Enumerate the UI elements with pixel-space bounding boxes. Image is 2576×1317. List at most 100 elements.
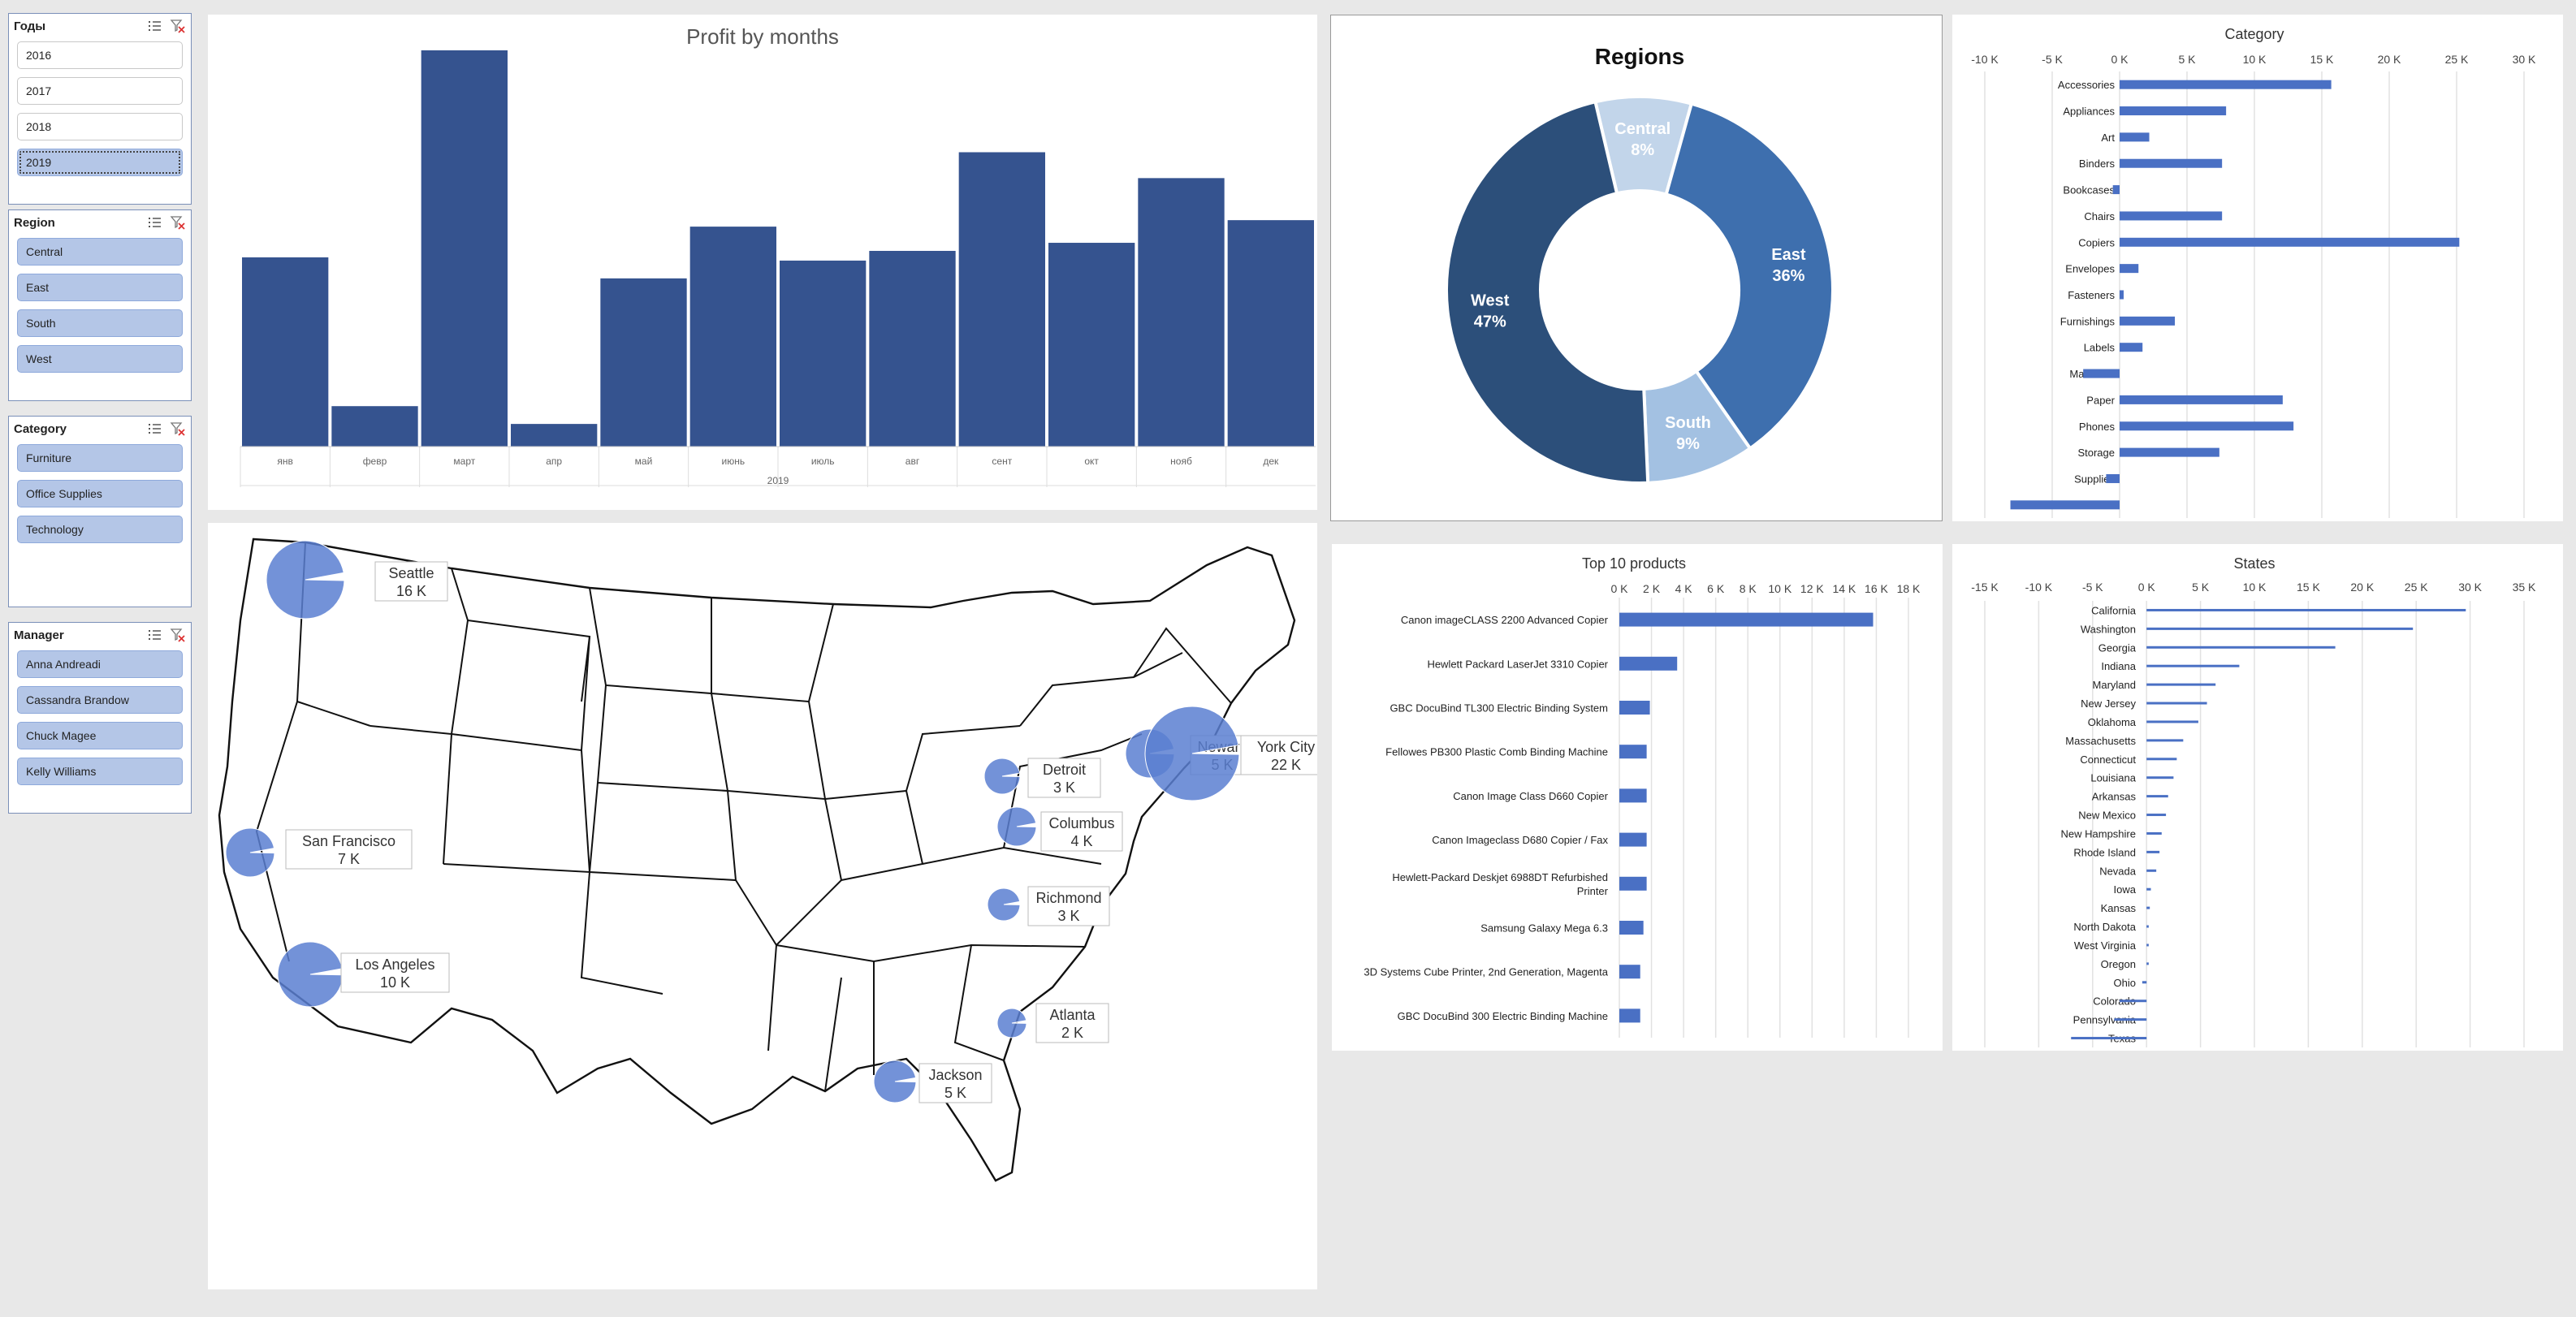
bar — [2120, 421, 2294, 431]
category-label: New Hampshire — [2061, 827, 2136, 840]
category-label: Samsung Galaxy Mega 6.3 — [1480, 922, 1608, 935]
chart-title: Category — [2224, 26, 2284, 42]
tick-label: 25 K — [2405, 581, 2428, 594]
slicer-item-years[interactable]: 2017 — [17, 77, 183, 105]
bar — [511, 424, 598, 447]
category-label: Canon imageCLASS 2200 Advanced Copier — [1401, 614, 1609, 626]
slicer-item-region[interactable]: Central — [17, 238, 183, 266]
bar — [1619, 921, 1644, 935]
category-label: Kansas — [2101, 902, 2137, 914]
tick-label: июль — [811, 456, 835, 467]
bar — [2146, 664, 2240, 667]
clear-filter-icon[interactable] — [170, 214, 186, 231]
bar — [2120, 237, 2460, 247]
tick-label: 18 K — [1897, 582, 1921, 595]
category-label: North Dakota — [2073, 921, 2136, 933]
bar — [2120, 211, 2223, 221]
slice-label: 36% — [1772, 267, 1804, 285]
city-bubble — [983, 758, 1021, 795]
bar — [1619, 965, 1640, 979]
slicer-item-region[interactable]: East — [17, 274, 183, 301]
bar — [600, 278, 687, 447]
city-name: Richmond — [1035, 890, 1101, 906]
category-label: Furnishings — [2060, 315, 2116, 327]
slicer-item-years[interactable]: 2019 — [17, 149, 183, 176]
clear-filter-icon[interactable] — [170, 421, 186, 437]
slicer-item-manager[interactable]: Kelly Williams — [17, 758, 183, 785]
category-label: Labels — [2084, 342, 2116, 354]
category-label: Art — [2101, 132, 2115, 144]
category-label: GBC DocuBind TL300 Electric Binding Syst… — [1390, 702, 1608, 715]
tick-label: 35 K — [2513, 581, 2536, 594]
slicer-item-region[interactable]: West — [17, 345, 183, 373]
category-label: Paper — [2086, 394, 2115, 406]
multi-select-icon[interactable] — [147, 421, 163, 437]
bar — [2146, 906, 2150, 909]
category-label: Appliances — [2063, 106, 2115, 118]
tick-label: дек — [1263, 456, 1279, 467]
slicer-items: Central East South West — [9, 235, 191, 373]
slicer-item-years[interactable]: 2018 — [17, 113, 183, 140]
slicer-years: Годы 2016 2017 2018 2019 — [8, 13, 192, 205]
city-value: 3 K — [1053, 779, 1075, 796]
slicer-item-category[interactable]: Office Supplies — [17, 480, 183, 507]
bar — [2120, 343, 2143, 352]
bar — [2120, 290, 2124, 300]
bar — [2083, 369, 2120, 378]
category-label: Phones — [2079, 421, 2116, 433]
city-bubble — [996, 1008, 1027, 1038]
city-value: 16 K — [396, 583, 426, 599]
category-label: Oklahoma — [2088, 716, 2137, 728]
category-label: Rhode Island — [2073, 846, 2136, 858]
category-label: Chairs — [2084, 210, 2115, 222]
city-name: Jackson — [928, 1067, 982, 1083]
slicer-item-category[interactable]: Furniture — [17, 444, 183, 472]
slicer-item-years[interactable]: 2016 — [17, 41, 183, 69]
multi-select-icon[interactable] — [147, 214, 163, 231]
bar — [2120, 316, 2176, 326]
bar — [780, 260, 867, 447]
slice-name: Central — [1614, 120, 1671, 138]
slicer-item-manager[interactable]: Anna Andreadi — [17, 650, 183, 678]
bar — [2146, 739, 2184, 742]
city-value: 2 K — [1061, 1025, 1083, 1041]
category-label: Fasteners — [2068, 289, 2115, 301]
multi-select-icon[interactable] — [147, 627, 163, 643]
bar — [2120, 447, 2219, 457]
city-bubble — [225, 827, 275, 878]
slice-label: 47% — [1474, 313, 1506, 330]
bar — [242, 257, 329, 447]
bar — [2146, 627, 2414, 630]
us-map-chart: Seattle 16 K San Francisco 7 K Los Angeles10… — [218, 538, 1332, 1182]
slicer-item-manager[interactable]: Cassandra Brandow — [17, 686, 183, 714]
bar — [2120, 1000, 2147, 1003]
category-label: Accessories — [2058, 79, 2116, 91]
category-label: Arkansas — [2092, 791, 2137, 803]
slicer-item-manager[interactable]: Chuck Magee — [17, 722, 183, 749]
tick-label: 2 K — [1643, 582, 1661, 595]
clear-filter-icon[interactable] — [170, 627, 186, 643]
multi-select-icon[interactable] — [147, 18, 163, 34]
category-label: Connecticut — [2080, 753, 2136, 766]
city-value: 3 K — [1057, 908, 1079, 924]
slicer-title: Годы — [14, 19, 46, 33]
bar — [2146, 962, 2149, 965]
bar — [1619, 745, 1647, 759]
category-label: Canon Image Class D660 Copier — [1453, 790, 1608, 802]
bar — [2071, 1037, 2147, 1040]
bar — [1048, 243, 1135, 447]
bar — [2120, 395, 2283, 404]
tick-label: май — [635, 456, 653, 467]
tick-label: 0 K — [1610, 582, 1628, 595]
city-name: York City — [1257, 739, 1315, 755]
clear-filter-icon[interactable] — [170, 18, 186, 34]
bar — [1619, 656, 1678, 671]
category-label: Binders — [2079, 158, 2116, 170]
profit-by-months-chart: Profit by months янв февр март апр май июнь июл… — [240, 24, 1316, 487]
city-name: Columbus — [1048, 815, 1114, 831]
slicer-item-category[interactable]: Technology — [17, 516, 183, 543]
tick-label: 20 K — [2350, 581, 2374, 594]
bar — [1619, 832, 1647, 847]
slicer-item-region[interactable]: South — [17, 309, 183, 337]
category-label: New Jersey — [2081, 697, 2136, 710]
